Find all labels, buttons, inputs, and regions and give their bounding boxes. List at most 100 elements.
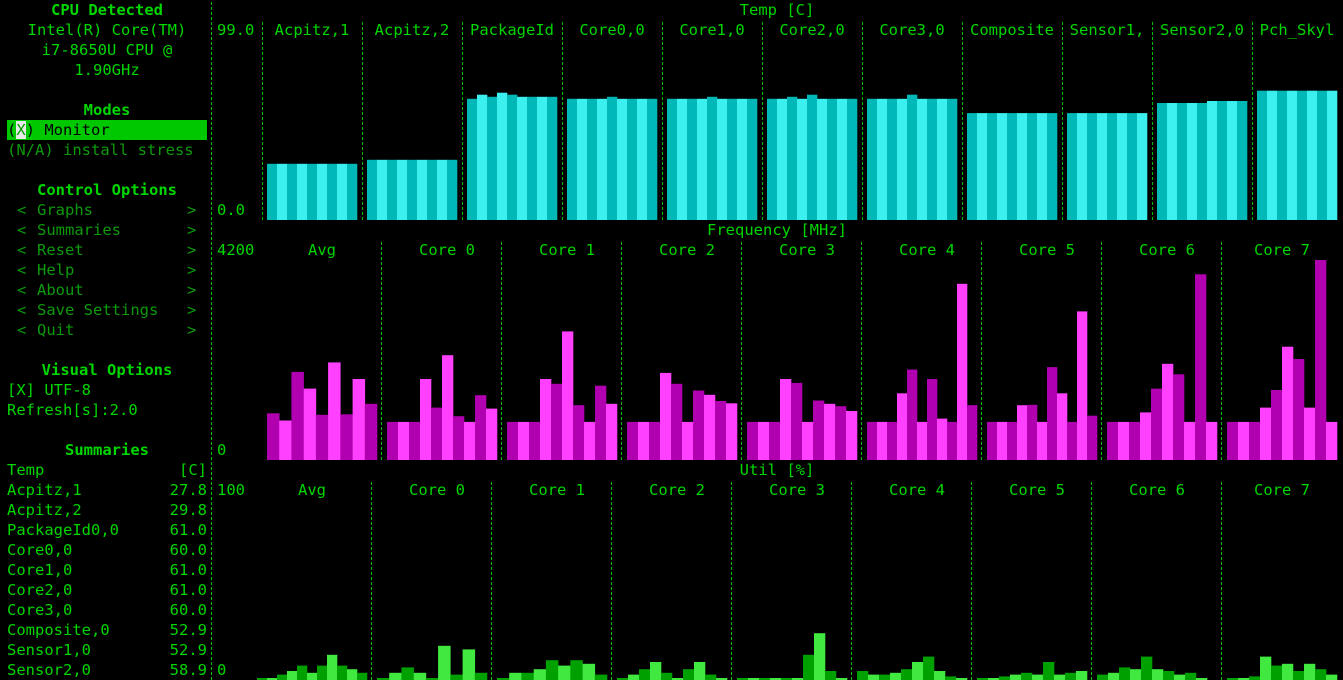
temp-bar (687, 98, 698, 220)
temp-bar (1037, 113, 1048, 220)
util-column-label: Core 4 (889, 481, 945, 499)
temp-bar (1217, 101, 1228, 220)
temp-column-separator (362, 22, 363, 220)
bracket-left: < (17, 241, 27, 259)
freq-bar (1118, 421, 1130, 460)
menu-item-label: Graphs (37, 201, 93, 219)
menu-item-reset[interactable]: < Reset > (7, 240, 207, 260)
menu-item-label: Help (37, 261, 75, 279)
temp-column-separator (762, 22, 763, 220)
temp-bar (437, 159, 448, 220)
temp-bar (517, 96, 528, 220)
util-bar (1315, 669, 1327, 680)
summary-row-value: 61.0 (169, 581, 207, 599)
util-bar (1076, 671, 1088, 680)
freq-bar (507, 421, 519, 460)
util-bar (890, 672, 902, 680)
temp-bar (367, 159, 378, 220)
summary-row-value: 29.8 (169, 501, 207, 519)
summary-row-value: 27.8 (169, 481, 207, 499)
freq-column-label: Core 3 (779, 241, 835, 259)
freq-bar (1227, 421, 1239, 460)
freq-bar (802, 421, 814, 460)
util-bar (317, 665, 328, 680)
temp-column-separator (1152, 22, 1153, 220)
temp-bar (917, 98, 928, 220)
util-bar (901, 669, 913, 680)
temp-column-separator (862, 22, 863, 220)
freq-bar (682, 421, 694, 460)
util-bar (934, 671, 946, 680)
util-bar (462, 649, 476, 680)
freq-bar (638, 421, 650, 460)
temp-bar (617, 98, 628, 220)
freq-bar (291, 371, 304, 460)
util-bar (1185, 672, 1197, 680)
util-bar (347, 669, 358, 680)
temp-bar (1317, 90, 1328, 220)
temp-bar (647, 98, 658, 220)
util-column-label: Core 0 (409, 481, 465, 499)
menu-item-summaries[interactable]: < Summaries > (7, 220, 207, 240)
freq-bar (1129, 421, 1141, 460)
util-bar (582, 663, 596, 680)
freq-bar (1151, 388, 1163, 460)
util-bar (999, 676, 1011, 680)
freq-bar (1195, 274, 1207, 460)
util-column-label: Core 5 (1009, 481, 1065, 499)
freq-bar (315, 414, 329, 460)
util-bar (814, 633, 826, 680)
temp-bar (937, 98, 948, 220)
freq-bar (595, 385, 607, 460)
menu-item-quit[interactable]: < Quit > (7, 320, 207, 340)
menu-item-save-settings[interactable]: < Save Settings > (7, 300, 207, 320)
freq-bar (917, 421, 928, 460)
temp-bar (297, 163, 308, 220)
freq-bar (726, 403, 738, 460)
temp-bar (707, 96, 718, 220)
freq-bar (1304, 407, 1316, 460)
menu-item-help[interactable]: < Help > (7, 260, 207, 280)
menu-item-graphs[interactable]: < Graphs > (7, 200, 207, 220)
menu-item-about[interactable]: < About > (7, 280, 207, 300)
freq-bar (1037, 421, 1048, 460)
freq-bar (846, 411, 858, 460)
temp-bar (677, 98, 688, 220)
temp-bar (507, 94, 518, 220)
util-bar (545, 660, 559, 680)
freq-bar (1107, 421, 1119, 460)
temp-column-label: Acpitz,1 (274, 21, 350, 39)
freq-bar (947, 421, 958, 460)
menu-item-label: Summaries (37, 221, 121, 239)
util-bar (357, 672, 368, 680)
temp-bar (467, 98, 478, 220)
util-bar (694, 662, 706, 680)
freq-bar (398, 421, 410, 460)
util-column-separator (731, 482, 732, 680)
temp-bar (287, 163, 298, 220)
bracket-left: < (17, 221, 27, 239)
freq-bar (987, 421, 998, 460)
util-bar (1152, 669, 1164, 680)
temp-bar (1177, 103, 1188, 220)
freq-bar (1017, 405, 1028, 460)
bracket-right: > (187, 321, 197, 339)
freq-bar (1057, 393, 1068, 460)
freq-bar (1315, 260, 1327, 460)
temp-column-label: Core3,0 (879, 21, 945, 39)
temp-column-label: Pch_Skyl (1259, 21, 1335, 39)
util-bar (945, 676, 957, 680)
util-bar (661, 672, 673, 680)
util-bar (1043, 662, 1055, 680)
temp-bar (1237, 101, 1248, 220)
freq-bar (453, 416, 465, 460)
freq-column-separator (861, 242, 862, 460)
util-bar (1097, 674, 1109, 680)
menu-item-label: Quit (37, 321, 75, 339)
util-bar (1260, 656, 1272, 680)
freq-bar (747, 421, 759, 460)
temp-column-separator (1252, 22, 1253, 220)
freq-bar (1271, 390, 1283, 460)
freq-bar (967, 405, 978, 460)
util-bar (413, 672, 427, 680)
